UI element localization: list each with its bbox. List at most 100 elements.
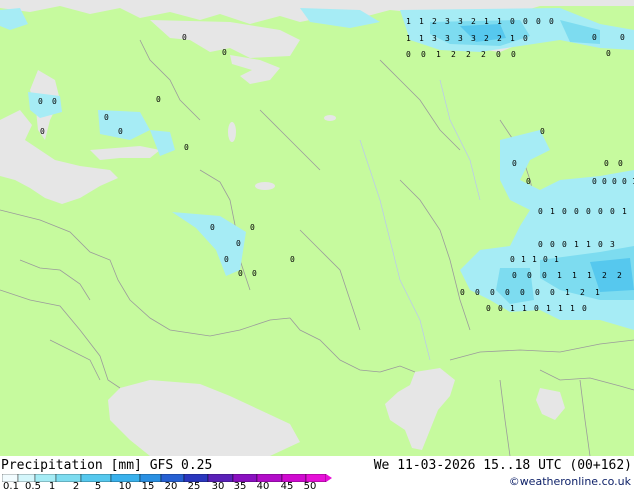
precip-value: 1 bbox=[510, 304, 515, 313]
legend-title-text: Precipitation [mm] bbox=[1, 458, 142, 473]
color-scale-tick: 5 bbox=[94, 481, 102, 492]
precip-value: 0 bbox=[549, 17, 554, 26]
precip-value: 0 bbox=[527, 271, 532, 280]
credit: ©weatheronline.co.uk bbox=[508, 475, 631, 488]
precip-value: 3 bbox=[610, 240, 615, 249]
color-scale-tick: 50 bbox=[303, 481, 317, 492]
precip-value: 1 bbox=[521, 255, 526, 264]
precip-value: 0 bbox=[475, 288, 480, 297]
precip-value: 0 bbox=[38, 97, 43, 106]
precip-value: 0 bbox=[210, 223, 215, 232]
precip-value: 0 bbox=[550, 240, 555, 249]
precip-value: 0 bbox=[598, 207, 603, 216]
precip-value: 1 bbox=[522, 304, 527, 313]
precip-value: 0 bbox=[606, 49, 611, 58]
precip-value: 0 bbox=[620, 33, 625, 42]
precip-value: 1 bbox=[484, 17, 489, 26]
precip-value: 0 bbox=[592, 33, 597, 42]
precip-value: 0 bbox=[182, 33, 187, 42]
precip-value: 1 bbox=[587, 271, 592, 280]
precip-value: 0 bbox=[290, 255, 295, 264]
precip-value: 3 bbox=[471, 34, 476, 43]
precip-value: 1 bbox=[622, 207, 627, 216]
precip-value: 1 bbox=[436, 50, 441, 59]
precip-value: 0 bbox=[486, 304, 491, 313]
precip-value: 0 bbox=[236, 239, 241, 248]
precip-value: 3 bbox=[432, 34, 437, 43]
precip-value: 0 bbox=[523, 17, 528, 26]
precip-value: 0 bbox=[406, 50, 411, 59]
precip-value: 0 bbox=[520, 288, 525, 297]
precip-value: 0 bbox=[52, 97, 57, 106]
precip-value: 1 bbox=[546, 304, 551, 313]
precip-value: 2 bbox=[471, 17, 476, 26]
precip-value: 1 bbox=[554, 255, 559, 264]
precip-value: 0 bbox=[104, 113, 109, 122]
color-scale-tick: 25 bbox=[187, 481, 201, 492]
precip-value: 1 bbox=[510, 34, 515, 43]
precip-value: 0 bbox=[535, 288, 540, 297]
precip-value: 0 bbox=[586, 207, 591, 216]
precip-value: 0 bbox=[526, 177, 531, 186]
precip-value: 0 bbox=[118, 127, 123, 136]
precip-value: 0 bbox=[536, 17, 541, 26]
precip-value: 0 bbox=[505, 288, 510, 297]
color-scale-tick: 0.1 bbox=[3, 481, 19, 492]
precip-value: 0 bbox=[490, 288, 495, 297]
precip-value: 0 bbox=[523, 34, 528, 43]
precip-value: 0 bbox=[574, 207, 579, 216]
precip-value: 0 bbox=[496, 50, 501, 59]
color-scale-tick: 45 bbox=[280, 481, 294, 492]
precip-value: 0 bbox=[538, 207, 543, 216]
precip-value: 0 bbox=[550, 288, 555, 297]
precip-value: 0 bbox=[224, 255, 229, 264]
precip-value: 3 bbox=[458, 17, 463, 26]
precip-value: 0 bbox=[598, 240, 603, 249]
precip-value: 0 bbox=[538, 240, 543, 249]
precip-value: 0 bbox=[512, 159, 517, 168]
precip-value: 1 bbox=[419, 34, 424, 43]
precip-value: 2 bbox=[617, 271, 622, 280]
precip-value: 0 bbox=[498, 304, 503, 313]
precip-value: 0 bbox=[534, 304, 539, 313]
precip-value: 1 bbox=[497, 17, 502, 26]
precip-value: 3 bbox=[445, 34, 450, 43]
precip-value: 0 bbox=[562, 207, 567, 216]
color-scale-tick: 2 bbox=[72, 481, 80, 492]
precip-value: 0 bbox=[510, 255, 515, 264]
color-scale-tick: 35 bbox=[233, 481, 247, 492]
color-scale-tick: 15 bbox=[141, 481, 155, 492]
legend-title: Precipitation [mm] GFS 0.25 bbox=[1, 458, 212, 473]
precip-value: 0 bbox=[618, 159, 623, 168]
precip-value: 0 bbox=[604, 159, 609, 168]
precip-value: 0 bbox=[610, 207, 615, 216]
precip-value: 0 bbox=[540, 127, 545, 136]
color-scale-tick: 10 bbox=[118, 481, 132, 492]
valid-time: We 11-03-2026 15..18 UTC (00+162) bbox=[373, 458, 632, 473]
precip-value: 1 bbox=[586, 240, 591, 249]
precip-value: 2 bbox=[432, 17, 437, 26]
precip-value: 0 bbox=[512, 271, 517, 280]
precip-value: 3 bbox=[458, 34, 463, 43]
color-scale-tick: 30 bbox=[211, 481, 225, 492]
precip-value: 2 bbox=[580, 288, 585, 297]
precip-value: 2 bbox=[602, 271, 607, 280]
precip-value: 0 bbox=[592, 177, 597, 186]
color-scale-tick: 1 bbox=[48, 481, 56, 492]
precip-value: 1 bbox=[595, 288, 600, 297]
precip-value: 0 bbox=[622, 177, 627, 186]
footer: Precipitation [mm] GFS 0.25 We 11-03-202… bbox=[0, 456, 634, 492]
precip-value: 1 bbox=[419, 17, 424, 26]
precip-value: 0 bbox=[238, 269, 243, 278]
precip-value: 0 bbox=[40, 127, 45, 136]
color-scale-tick: 20 bbox=[164, 481, 178, 492]
precip-value: 2 bbox=[484, 34, 489, 43]
precip-value: 0 bbox=[612, 177, 617, 186]
precip-value: 2 bbox=[481, 50, 486, 59]
precipitation-map: 1123321100001133332210001222000000110100… bbox=[0, 0, 634, 456]
precip-value: 0 bbox=[222, 48, 227, 57]
precip-value: 1 bbox=[574, 240, 579, 249]
precip-value: 1 bbox=[550, 207, 555, 216]
precip-value: 0 bbox=[460, 288, 465, 297]
precip-value: 0 bbox=[602, 177, 607, 186]
